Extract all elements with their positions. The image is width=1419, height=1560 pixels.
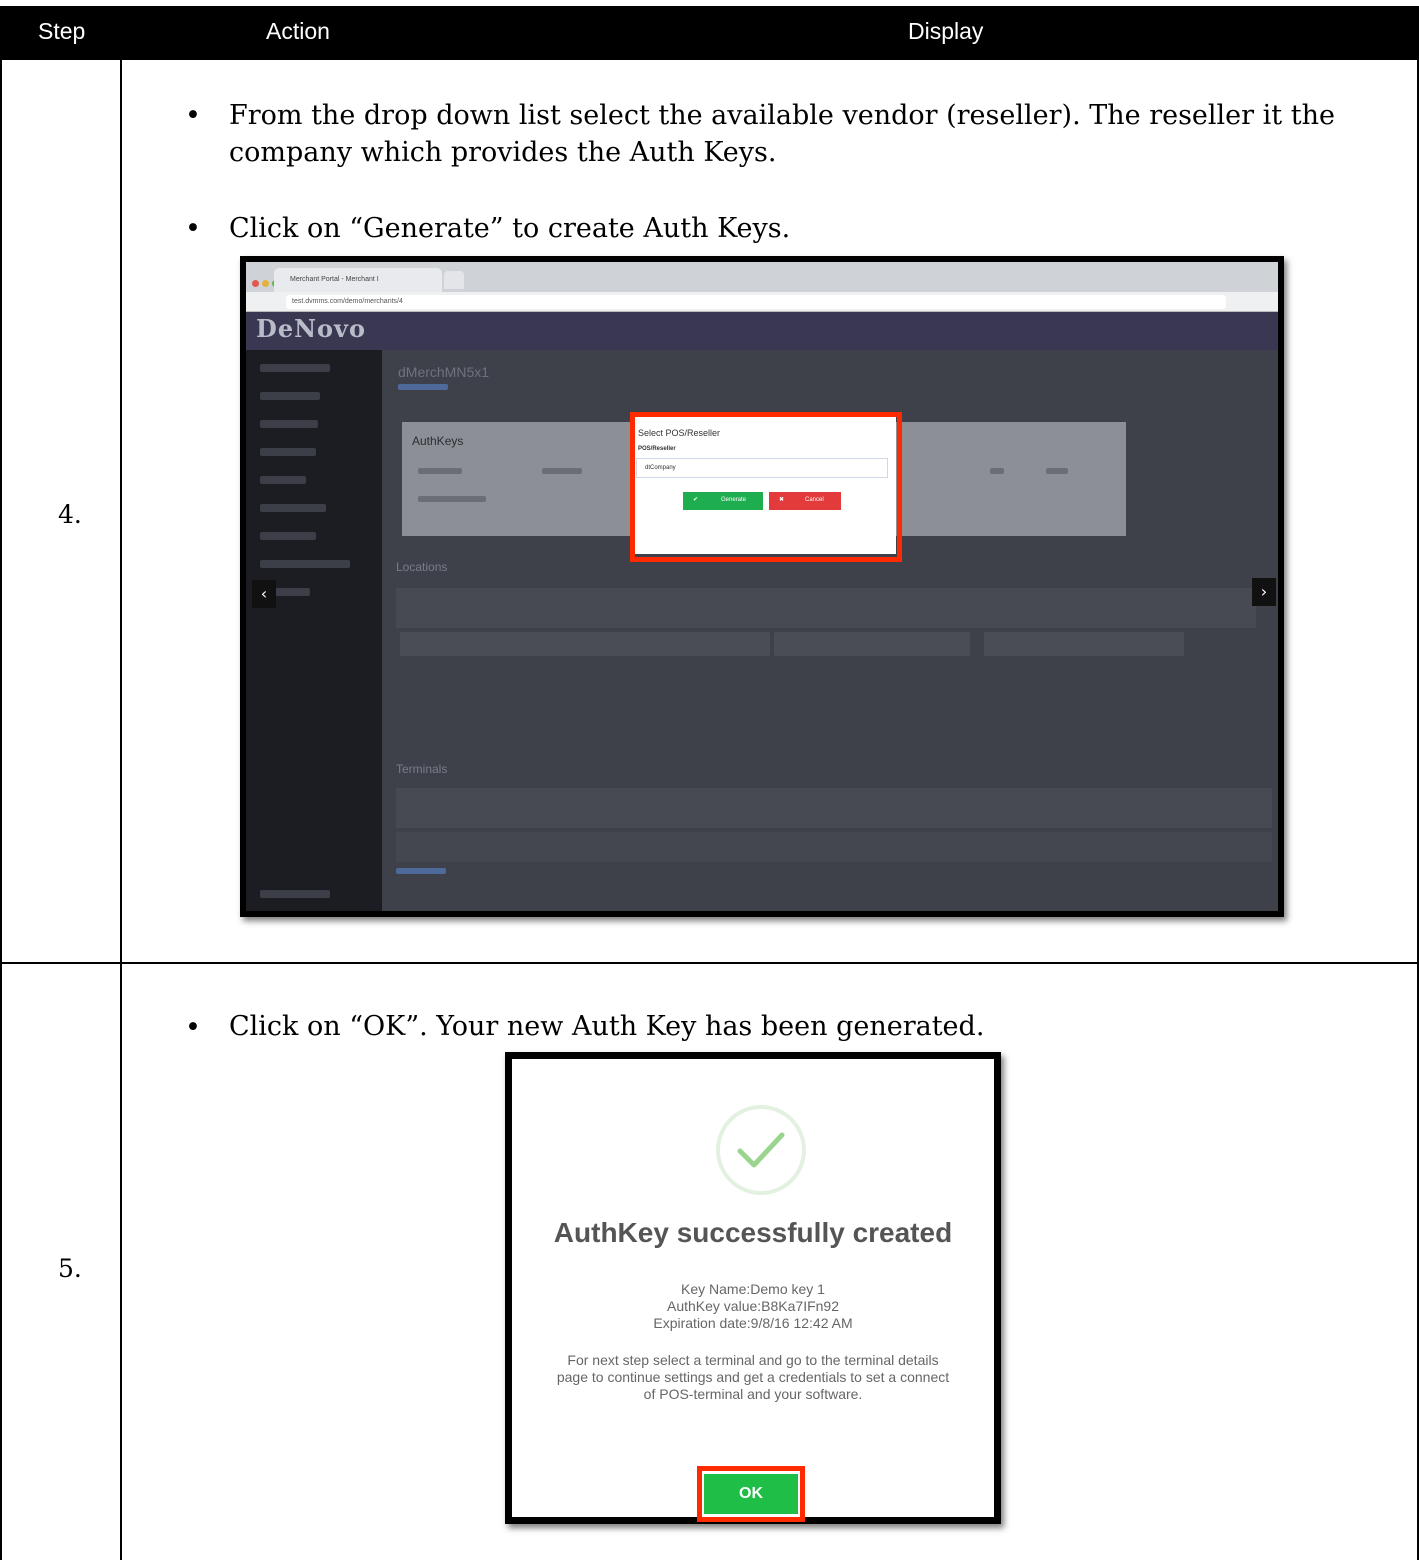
- header-action: Action: [266, 18, 330, 44]
- terminals-filter-row: [396, 832, 1272, 862]
- filter-input[interactable]: [984, 632, 1184, 656]
- note-text: For next step select a terminal and go t…: [567, 1352, 939, 1368]
- url-field[interactable]: test.dvmms.com/demo/merchants/4: [286, 295, 1226, 309]
- column-header: [542, 468, 582, 474]
- new-tab-button[interactable]: [444, 271, 464, 289]
- terminals-title: Terminals: [396, 762, 448, 776]
- empty-message: [418, 496, 486, 502]
- instruction-text: company which provides the Auth Keys.: [229, 137, 777, 168]
- header-display: Display: [908, 18, 984, 44]
- highlight-box: [630, 412, 902, 562]
- merchant-portal-screenshot: Merchant Portal - Merchant I test.dvmms.…: [240, 256, 1284, 917]
- app-header: [246, 312, 1278, 350]
- step-number: 4.: [58, 500, 82, 529]
- denovo-logo: DeNovo: [256, 314, 366, 343]
- chevron-left-icon[interactable]: ‹: [252, 580, 276, 608]
- column-divider: [120, 60, 122, 1560]
- sidebar-item[interactable]: [260, 420, 318, 428]
- link-text[interactable]: [398, 384, 448, 390]
- instruction-text: From the drop down list select the avail…: [229, 100, 1335, 131]
- instruction-text: Click on “OK”. Your new Auth Key has bee…: [229, 1011, 985, 1042]
- panel-title: AuthKeys: [412, 434, 464, 448]
- bullet-icon: •: [185, 1012, 201, 1043]
- filter-input[interactable]: [400, 632, 770, 656]
- sidebar-item[interactable]: [260, 476, 306, 484]
- key-name-text: Key Name:Demo key 1: [681, 1281, 825, 1297]
- sidebar-item[interactable]: [260, 890, 330, 898]
- note-text: of POS-terminal and your software.: [643, 1386, 863, 1402]
- instruction-text: Click on “Generate” to create Auth Keys.: [229, 213, 791, 244]
- sidebar-item[interactable]: [260, 560, 350, 568]
- chevron-right-icon[interactable]: ›: [1252, 578, 1276, 606]
- dialog-title: AuthKey successfully created: [553, 1217, 953, 1248]
- table-header: Step Action Display: [2, 6, 1417, 60]
- browser-tab-bar: Merchant Portal - Merchant I: [246, 262, 1278, 292]
- bullet-icon: •: [185, 100, 201, 131]
- browser-tab[interactable]: Merchant Portal - Merchant I: [274, 268, 442, 292]
- header-step: Step: [38, 18, 86, 44]
- sidebar-item[interactable]: [260, 532, 316, 540]
- step-number: 5.: [58, 1254, 82, 1283]
- key-value-text: AuthKey value:B8Ka7IFn92: [666, 1298, 839, 1314]
- terminal-link[interactable]: [396, 868, 446, 874]
- locations-title: Locations: [396, 560, 448, 574]
- page-title: dMerchMN5x1: [398, 364, 490, 380]
- column-header: [990, 468, 1004, 474]
- sidebar-item[interactable]: [260, 504, 326, 512]
- locations-table-header: [396, 588, 1256, 628]
- terminals-table-header: [396, 788, 1272, 828]
- sidebar-item[interactable]: [260, 448, 316, 456]
- filter-input[interactable]: [774, 632, 970, 656]
- authkey-success-screenshot: AuthKey successfully created Key Name:De…: [505, 1052, 1001, 1524]
- row-divider: [2, 962, 1417, 964]
- column-header: [418, 468, 462, 474]
- success-check-icon: [716, 1105, 806, 1195]
- column-header: [1046, 468, 1068, 474]
- sidebar-item[interactable]: [260, 364, 330, 372]
- note-text: page to continue settings and get a cred…: [556, 1369, 950, 1385]
- sidebar: [246, 350, 382, 911]
- sidebar-item[interactable]: [260, 392, 320, 400]
- expiration-text: Expiration date:9/8/16 12:42 AM: [653, 1315, 853, 1331]
- bullet-icon: •: [185, 213, 201, 244]
- highlight-box: [697, 1466, 805, 1522]
- address-bar: test.dvmms.com/demo/merchants/4: [246, 292, 1278, 312]
